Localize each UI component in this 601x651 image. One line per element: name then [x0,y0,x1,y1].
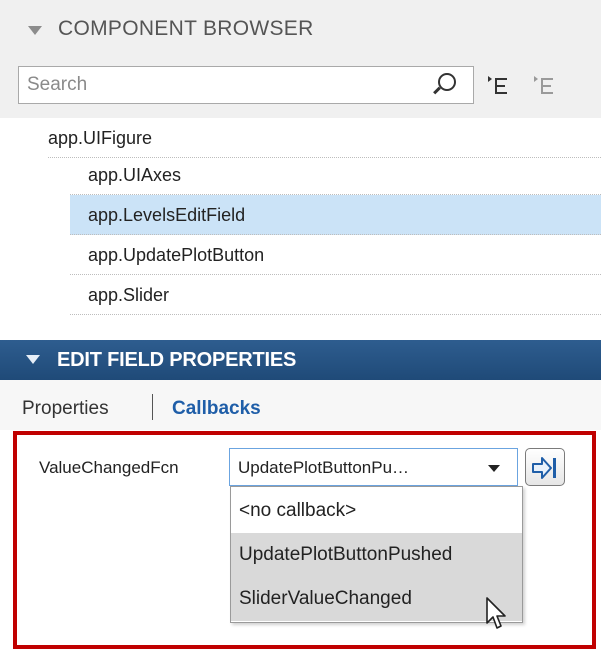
tab-separator [152,394,153,420]
go-to-callback-button[interactable] [525,448,565,486]
collapse-tree-icon[interactable] [532,74,558,100]
option-updateplotbuttonpushed[interactable]: UpdatePlotButtonPushed [231,533,522,577]
edit-field-properties-title: EDIT FIELD PROPERTIES [57,349,297,371]
expand-tree-icon[interactable] [486,74,512,100]
tree-item-uiaxes[interactable]: app.UIAxes [70,155,601,195]
callback-dropdown[interactable]: UpdatePlotButtonPu… [229,448,518,486]
collapse-triangle-icon[interactable] [28,26,42,35]
go-to-callback-icon [532,457,556,479]
component-browser-title: COMPONENT BROWSER [58,17,314,40]
collapse-triangle-icon[interactable] [26,355,40,364]
callback-dropdown-value: UpdatePlotButtonPu… [238,458,410,477]
callback-dropdown-menu: <no callback> UpdatePlotButtonPushed Sli… [230,486,523,623]
tree-item-levelseditfield[interactable]: app.LevelsEditField [70,195,601,235]
tree-item-updateplotbutton[interactable]: app.UpdatePlotButton [70,235,601,275]
valuechangedfcn-label: ValueChangedFcn [39,458,179,477]
tab-properties[interactable]: Properties [22,398,109,420]
tab-callbacks[interactable]: Callbacks [172,398,261,420]
chevron-down-icon[interactable] [488,465,500,472]
search-input[interactable] [27,72,427,98]
mouse-pointer-icon [486,597,506,629]
tree-item-slider[interactable]: app.Slider [70,275,601,315]
tree-item-uifigure[interactable]: app.UIFigure [48,118,601,158]
option-slidervaluechanged[interactable]: SliderValueChanged [231,577,522,621]
option-no-callback[interactable]: <no callback> [231,489,522,533]
search-box[interactable] [18,66,474,104]
